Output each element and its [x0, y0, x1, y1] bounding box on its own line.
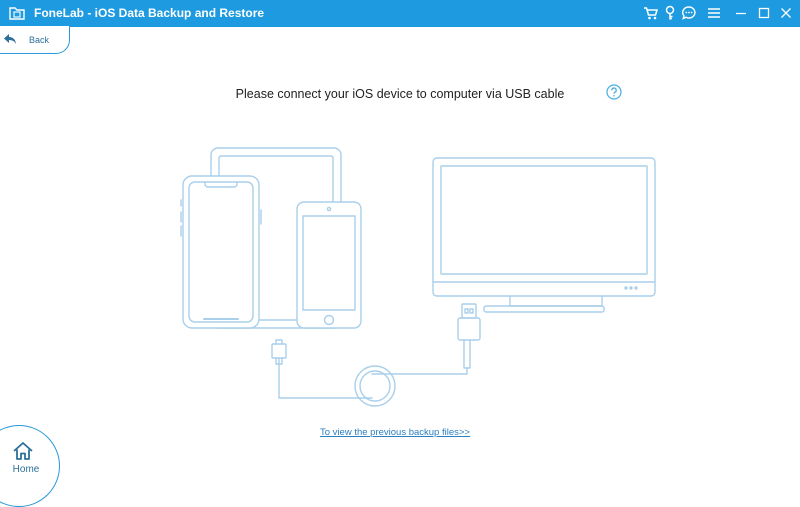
chat-icon[interactable]	[679, 3, 699, 23]
title-bar: FoneLab - iOS Data Backup and Restore	[0, 0, 800, 27]
folder-icon	[9, 7, 25, 20]
back-button[interactable]: Back	[0, 26, 70, 54]
key-icon[interactable]	[660, 3, 680, 23]
connect-prompt: Please connect your iOS device to comput…	[235, 87, 565, 101]
menu-icon[interactable]	[704, 3, 724, 23]
cart-icon[interactable]	[641, 3, 661, 23]
question-icon[interactable]	[606, 84, 622, 100]
home-label[interactable]: Home	[0, 464, 52, 475]
view-backup-files-link[interactable]: To view the previous backup files>>	[300, 427, 490, 438]
phone-x-illustration	[180, 175, 262, 329]
monitor-illustration	[432, 157, 656, 313]
minimize-icon[interactable]	[731, 3, 751, 23]
back-label: Back	[29, 35, 50, 45]
home-icon[interactable]	[12, 441, 34, 461]
phone-illustration	[296, 201, 362, 329]
maximize-icon[interactable]	[754, 3, 774, 23]
app-title: FoneLab - iOS Data Backup and Restore	[34, 6, 265, 20]
close-icon[interactable]	[776, 3, 796, 23]
devices-connect-illustration	[180, 147, 656, 407]
back-arrow-icon	[4, 34, 16, 44]
